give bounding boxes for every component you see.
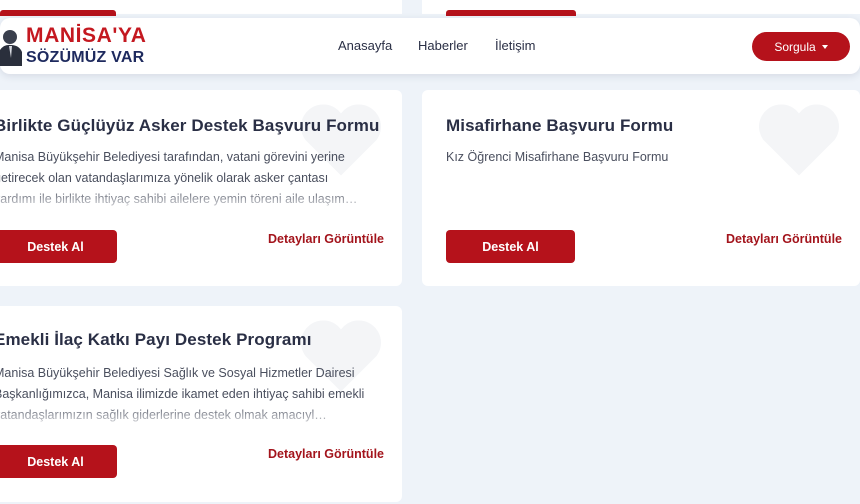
text-fade: [0, 188, 402, 210]
top-navbar: MANİSA'YA SÖZÜMÜZ VAR Anasayfa Haberler …: [0, 18, 860, 74]
destek-button-partial[interactable]: [446, 10, 576, 16]
sorgula-dropdown-button[interactable]: Sorgula: [752, 32, 850, 61]
brand-line-2: SÖZÜMÜZ VAR: [26, 49, 145, 66]
detaylari-goruntule-link[interactable]: Detayları Görüntüle: [268, 232, 384, 246]
support-card: Misafirhane Başvuru Formu Kız Öğrenci Mi…: [422, 90, 860, 286]
destek-al-button[interactable]: Destek Al: [446, 230, 575, 263]
card-title: Birlikte Güçlüyüz Asker Destek Başvuru F…: [0, 116, 380, 135]
card-description: Kız Öğrenci Misafirhane Başvuru Formu: [446, 150, 669, 164]
card-partial-top-left: [0, 0, 402, 16]
card-partial-top-right: [422, 0, 860, 16]
support-card: Emekli İlaç Katkı Payı Destek Programı M…: [0, 306, 402, 502]
nav-item-iletisim[interactable]: İletişim: [495, 38, 535, 53]
text-fade: [0, 404, 402, 426]
caret-down-icon: [821, 44, 828, 49]
detaylari-goruntule-link[interactable]: Detayları Görüntüle: [268, 447, 384, 461]
nav-item-haberler[interactable]: Haberler: [418, 38, 468, 53]
nav-item-anasayfa[interactable]: Anasayfa: [338, 38, 392, 53]
brand-logo[interactable]: MANİSA'YA SÖZÜMÜZ VAR: [0, 22, 160, 70]
destek-al-button[interactable]: Destek Al: [0, 230, 117, 263]
detaylari-goruntule-link[interactable]: Detayları Görüntüle: [726, 232, 842, 246]
card-title: Misafirhane Başvuru Formu: [446, 116, 674, 135]
brand-line-1: MANİSA'YA: [26, 24, 147, 47]
destek-button-partial[interactable]: [0, 10, 116, 16]
sorgula-label: Sorgula: [774, 39, 816, 54]
destek-al-button[interactable]: Destek Al: [0, 445, 117, 478]
support-card: Birlikte Güçlüyüz Asker Destek Başvuru F…: [0, 90, 402, 286]
card-title: Emekli İlaç Katkı Payı Destek Programı: [0, 330, 312, 349]
mayor-portrait-icon: [0, 30, 22, 66]
